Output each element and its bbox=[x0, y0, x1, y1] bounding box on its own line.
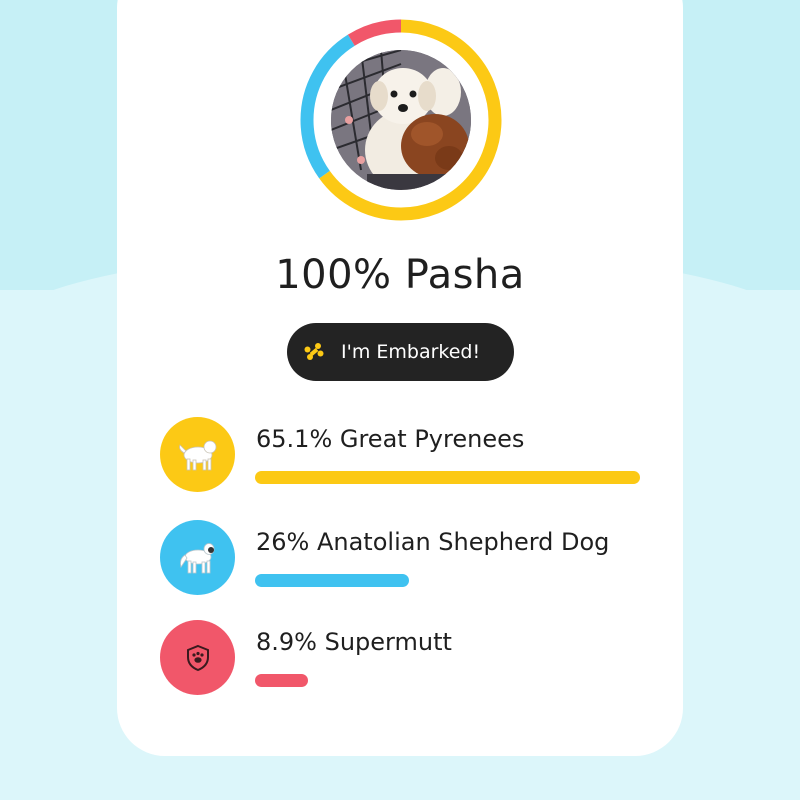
breed-row-supermutt[interactable]: 8.9% Supermutt bbox=[160, 620, 680, 700]
dog-bone-icon bbox=[304, 343, 324, 360]
breed-label: 8.9% Supermutt bbox=[256, 628, 452, 656]
embarked-badge-label: I'm Embarked! bbox=[341, 341, 481, 363]
dog-photo bbox=[331, 50, 471, 190]
breed-row-anatolian-shepherd[interactable]: 26% Anatolian Shepherd Dog bbox=[160, 520, 680, 600]
anatolian-shepherd-icon bbox=[160, 520, 235, 595]
breed-percent-bar bbox=[255, 471, 640, 484]
breed-ring bbox=[297, 16, 505, 224]
breed-percent-bar bbox=[255, 574, 409, 587]
breed-label: 65.1% Great Pyrenees bbox=[256, 425, 525, 453]
supermutt-shield-icon bbox=[160, 620, 235, 695]
breed-label: 26% Anatolian Shepherd Dog bbox=[256, 528, 610, 556]
dog-name-title: 100% Pasha bbox=[275, 252, 525, 298]
breed-percent-bar bbox=[255, 674, 308, 687]
great-pyrenees-icon bbox=[160, 417, 235, 492]
embarked-badge-button[interactable]: I'm Embarked! bbox=[287, 323, 514, 381]
breed-row-great-pyrenees[interactable]: 65.1% Great Pyrenees bbox=[160, 417, 680, 497]
puppy-image bbox=[331, 50, 471, 190]
